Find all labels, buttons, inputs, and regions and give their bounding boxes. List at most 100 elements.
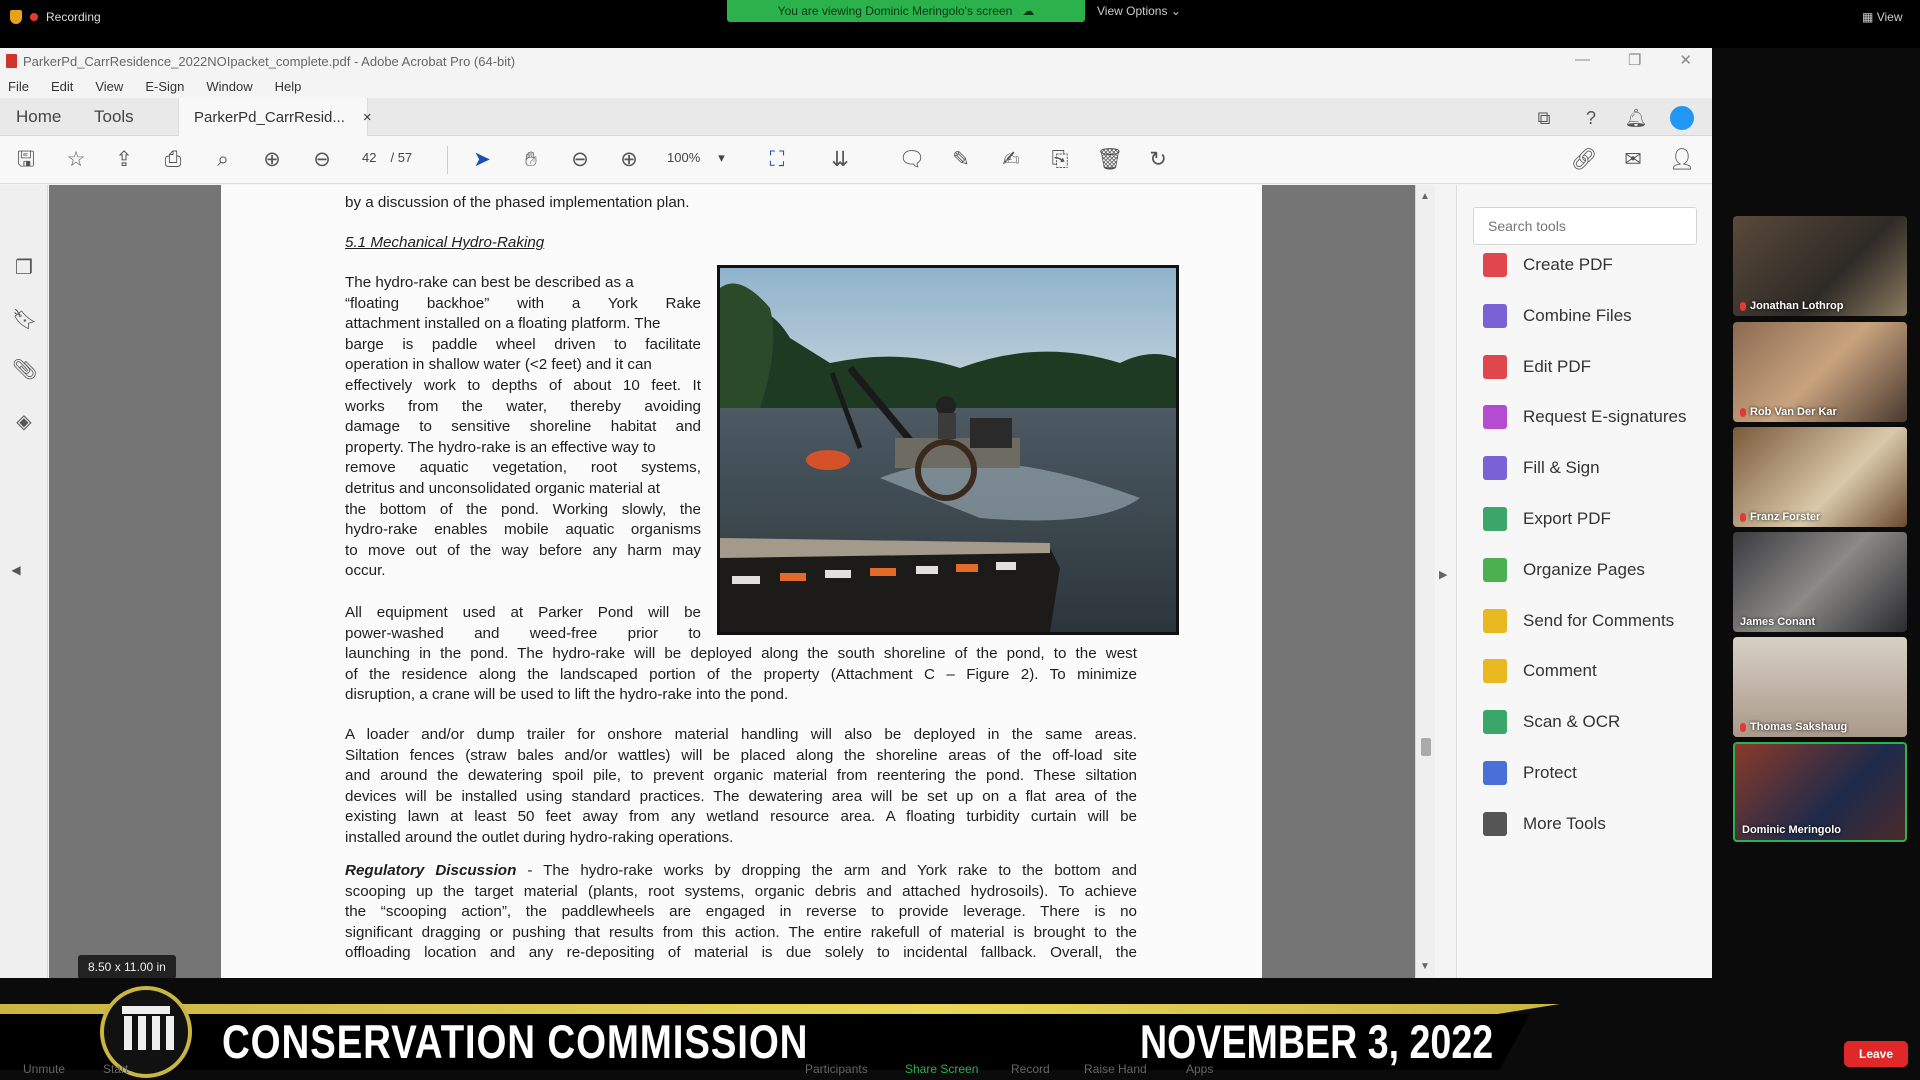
participant-video-tile[interactable]: Thomas Sakshaug: [1733, 637, 1907, 737]
toolbar-divider: [447, 146, 448, 174]
text-line: the “scooping action”, the paddlewheels …: [345, 903, 1137, 921]
view-options-button[interactable]: View Options ⌄: [1097, 4, 1181, 18]
chevron-down-icon: ▾: [718, 150, 725, 165]
mail-icon[interactable]: ✉: [1619, 146, 1647, 174]
tool-combine-files[interactable]: Combine Files: [1483, 301, 1632, 331]
tool-export-pdf[interactable]: Export PDF: [1483, 504, 1611, 534]
start-video-button[interactable]: Start: [103, 1062, 128, 1076]
scroll-mode-icon[interactable]: ⇊: [826, 146, 854, 174]
pages-thumbnail-icon[interactable]: ❐: [12, 255, 36, 279]
avatar[interactable]: [1670, 106, 1694, 130]
tool-edit-pdf[interactable]: Edit PDF: [1483, 352, 1591, 382]
page-navigator[interactable]: 42 / 57: [362, 150, 412, 165]
left-navigation-rail: ❐ 🔖︎ 📎︎ ◈ ◀: [0, 185, 48, 978]
stamp-icon[interactable]: ⎘: [1046, 146, 1074, 174]
unmute-button[interactable]: Unmute: [23, 1062, 65, 1076]
leave-button[interactable]: Leave: [1844, 1041, 1908, 1067]
tab-home[interactable]: Home: [16, 98, 61, 136]
tool-protect[interactable]: Protect: [1483, 758, 1577, 788]
participant-name: Thomas Sakshaug: [1740, 721, 1847, 733]
link-icon[interactable]: 🔗︎: [1570, 146, 1598, 174]
zoom-level-dropdown[interactable]: 100% ▾: [667, 150, 737, 166]
tool-label: Organize Pages: [1523, 559, 1645, 579]
tab-document[interactable]: ParkerPd_CarrResid... ×: [178, 98, 372, 136]
save-icon[interactable]: 🖫︎: [12, 146, 40, 174]
sign-icon[interactable]: ✍︎: [997, 146, 1025, 174]
restore-icon[interactable]: ❐: [1628, 51, 1641, 69]
scroll-down-icon[interactable]: ▼: [1420, 961, 1430, 972]
minimize-icon[interactable]: —: [1575, 51, 1590, 69]
raise-hand-button[interactable]: Raise Hand: [1084, 1062, 1147, 1076]
add-user-icon[interactable]: 👤︎: [1668, 146, 1696, 174]
zoom-search-icon[interactable]: ⌕: [209, 146, 237, 174]
page-down-icon[interactable]: ⊖: [308, 146, 336, 174]
muted-mic-icon: [1740, 512, 1746, 522]
trash-icon[interactable]: 🗑︎: [1096, 146, 1124, 174]
bookmark-icon[interactable]: 🔖︎: [12, 307, 37, 331]
tool-label: Send for Comments: [1523, 610, 1675, 630]
tool-request-esign[interactable]: Request E-signatures: [1483, 402, 1686, 432]
select-cursor-icon[interactable]: ➤: [468, 146, 496, 174]
apps-button[interactable]: Apps: [1186, 1062, 1213, 1076]
tool-organize-pages[interactable]: Organize Pages: [1483, 555, 1645, 585]
acrobat-window: ParkerPd_CarrResidence_2022NOIpacket_com…: [0, 48, 1712, 978]
text-line: attachment installed on a floating platf…: [345, 315, 661, 333]
tool-scan-ocr[interactable]: Scan & OCR: [1483, 707, 1620, 737]
record-button[interactable]: Record: [1011, 1062, 1050, 1076]
attachment-icon[interactable]: 📎︎: [12, 357, 37, 381]
menu-help[interactable]: Help: [275, 79, 302, 94]
print-icon[interactable]: ⎙: [159, 146, 187, 174]
menu-esign[interactable]: E-Sign: [145, 79, 184, 94]
help-icon[interactable]: ?: [1579, 106, 1603, 130]
participant-video-tile-active[interactable]: Dominic Meringolo: [1733, 742, 1907, 842]
upload-icon[interactable]: ⇪: [110, 146, 138, 174]
recording-dot-icon: [30, 13, 38, 21]
participant-name: Franz Forster: [1740, 511, 1820, 523]
hand-icon[interactable]: ✋︎: [517, 146, 545, 174]
scroll-up-icon[interactable]: ▲: [1420, 191, 1430, 202]
share-screen-icon[interactable]: ⧉: [1532, 106, 1556, 130]
tool-fill-sign[interactable]: Fill & Sign: [1483, 453, 1600, 483]
close-window-icon[interactable]: ✕: [1679, 51, 1692, 69]
bell-icon[interactable]: 🔔︎: [1624, 106, 1648, 130]
tool-more-tools[interactable]: More Tools: [1483, 809, 1606, 839]
fit-page-icon[interactable]: ⛶: [763, 146, 791, 174]
participant-video-tile[interactable]: Rob Van Der Kar: [1733, 322, 1907, 422]
tool-send-comments[interactable]: Send for Comments: [1483, 606, 1674, 636]
page-up-icon[interactable]: ⊕: [258, 146, 286, 174]
menu-edit[interactable]: Edit: [51, 79, 73, 94]
protect-icon: [1483, 761, 1507, 785]
menu-view[interactable]: View: [95, 79, 123, 94]
view-button[interactable]: ▦ View: [1862, 10, 1902, 24]
document-viewport[interactable]: by a discussion of the phased implementa…: [49, 185, 1415, 978]
tool-create-pdf[interactable]: Create PDF: [1483, 250, 1613, 280]
zoom-in-icon[interactable]: ⊕: [615, 146, 643, 174]
participants-button[interactable]: Participants: [805, 1062, 868, 1076]
text-line: of the residence along the landscaped po…: [345, 665, 1137, 683]
zoom-out-icon[interactable]: ⊖: [566, 146, 594, 174]
expand-tools-pane-icon[interactable]: ▶: [1439, 568, 1447, 581]
layers-icon[interactable]: ◈: [12, 409, 36, 433]
participant-video-tile[interactable]: Franz Forster: [1733, 427, 1907, 527]
current-page-field[interactable]: 42: [362, 150, 376, 165]
menu-window[interactable]: Window: [206, 79, 252, 94]
share-screen-button[interactable]: Share Screen: [905, 1062, 978, 1076]
tool-comment[interactable]: Comment: [1483, 656, 1597, 686]
pen-icon[interactable]: ✎: [947, 146, 975, 174]
close-tab-icon[interactable]: ×: [363, 109, 372, 126]
tool-label: Edit PDF: [1523, 356, 1592, 376]
tools-search-input[interactable]: [1473, 207, 1697, 245]
scroll-thumb[interactable]: [1421, 738, 1431, 756]
paragraph-equipment-rest: launching in the pond. The hydro-rake wi…: [345, 644, 1137, 706]
rotate-icon[interactable]: ↻: [1144, 146, 1172, 174]
menu-file[interactable]: File: [8, 79, 29, 94]
vertical-scrollbar[interactable]: ▲ ▼: [1415, 185, 1435, 978]
participant-video-tile[interactable]: Jonathan Lothrop: [1733, 216, 1907, 316]
cloud-icon: ☁: [1022, 4, 1035, 18]
text-line: All equipment used at Parker Pond will b…: [345, 604, 701, 621]
star-icon[interactable]: ☆: [62, 146, 90, 174]
collapse-left-icon[interactable]: ◀: [4, 563, 28, 587]
tab-tools[interactable]: Tools: [94, 98, 134, 136]
comment-bubble-icon[interactable]: 🗨︎: [898, 146, 926, 174]
participant-video-tile[interactable]: James Conant: [1733, 532, 1907, 632]
